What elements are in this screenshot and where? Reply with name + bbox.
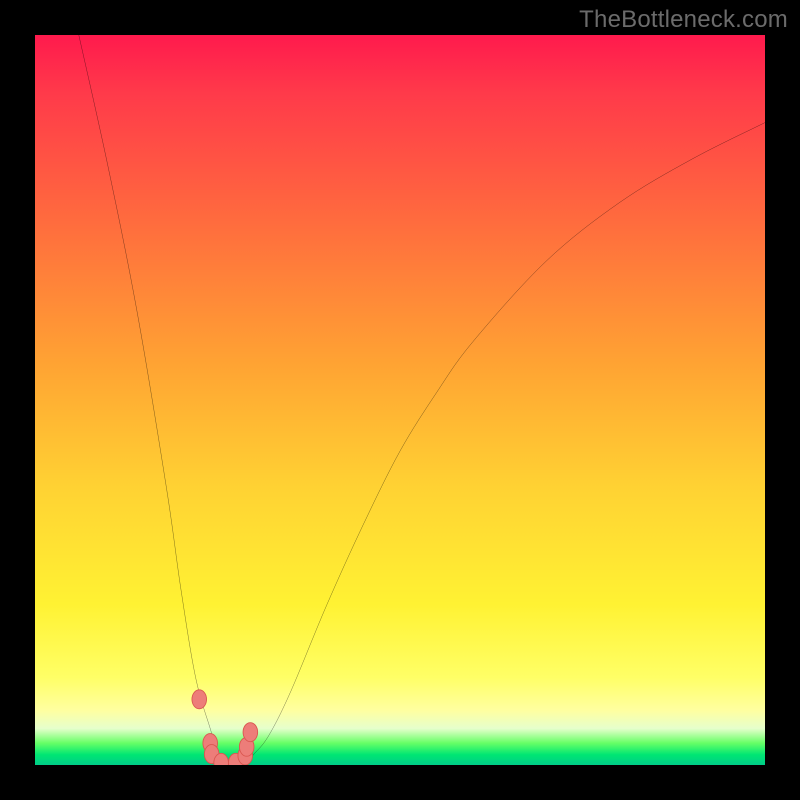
chart-svg: [35, 35, 765, 765]
bottleneck-curve: [79, 35, 765, 765]
outer-frame: TheBottleneck.com: [0, 0, 800, 800]
marker-group: [192, 690, 258, 765]
data-marker: [243, 723, 258, 742]
curve-group: [79, 35, 765, 765]
plot-area: [35, 35, 765, 765]
data-marker: [192, 690, 207, 709]
watermark-text: TheBottleneck.com: [579, 6, 788, 34]
